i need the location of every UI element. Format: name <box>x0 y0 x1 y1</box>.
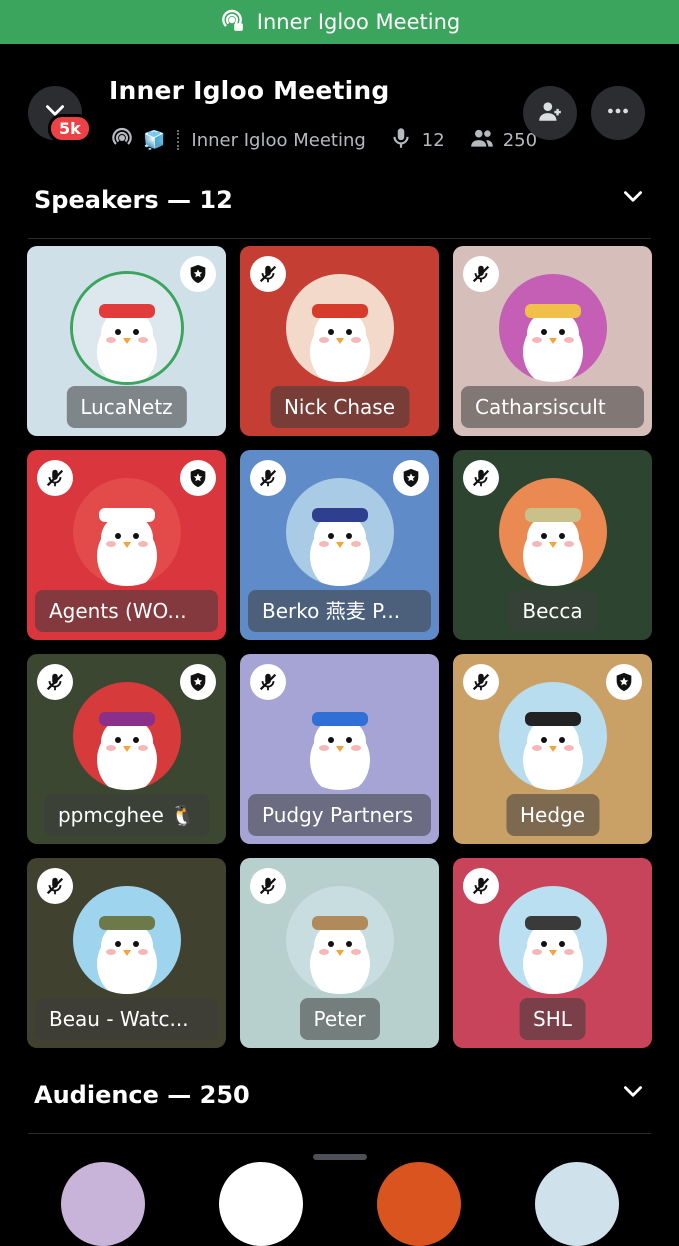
stage-header: 5k Inner Igloo Meeting 🧊 Inner Igloo Mee… <box>0 44 679 174</box>
speaker-avatar <box>286 478 394 586</box>
speaker-grid: LucaNetz Nick Chase Catharsiscult Agents… <box>27 246 652 1048</box>
add-user-icon <box>537 98 563 128</box>
moderator-shield-icon <box>606 664 642 700</box>
speaker-name: SHL <box>519 998 586 1040</box>
muted-mic-icon <box>250 256 286 292</box>
speaker-avatar <box>499 274 607 382</box>
speaker-avatar <box>286 682 394 790</box>
speaker-name: Nick Chase <box>269 386 410 428</box>
speaker-name: Pudgy Partners <box>248 794 431 836</box>
stage-banner[interactable]: Inner Igloo Meeting <box>0 0 679 44</box>
banner-label: Inner Igloo Meeting <box>256 10 461 34</box>
speaker-tile[interactable]: Catharsiscult <box>453 246 652 436</box>
muted-mic-icon <box>250 460 286 496</box>
muted-mic-icon <box>463 256 499 292</box>
people-icon <box>469 125 495 156</box>
chevron-down-icon <box>620 1079 646 1111</box>
invite-button[interactable] <box>523 86 577 140</box>
speaker-avatar <box>499 478 607 586</box>
moderator-shield-icon <box>180 460 216 496</box>
stage-icon <box>109 125 135 156</box>
speaker-avatar <box>499 682 607 790</box>
muted-mic-icon <box>37 868 73 904</box>
speaker-tile[interactable]: Nick Chase <box>240 246 439 436</box>
microphone-icon <box>388 125 414 156</box>
speaker-tile[interactable]: Berko 燕麦 P... <box>240 450 439 640</box>
stage-info: 🧊 Inner Igloo Meeting 12 250 <box>109 124 553 156</box>
muted-mic-icon <box>37 664 73 700</box>
speaker-name: Beau - Watc... <box>35 998 218 1040</box>
muted-mic-icon <box>463 460 499 496</box>
speaker-name: LucaNetz <box>66 386 187 428</box>
speaker-avatar <box>73 478 181 586</box>
muted-mic-icon <box>463 664 499 700</box>
audience-avatar[interactable] <box>61 1162 145 1246</box>
speaker-avatar <box>73 886 181 994</box>
channel-name: Inner Igloo Meeting <box>191 129 366 151</box>
audience-section-header[interactable]: Audience — 250 <box>34 1075 646 1115</box>
speaker-name: Berko 燕麦 P... <box>248 590 431 632</box>
stage-icon <box>219 7 245 38</box>
audience-avatar[interactable] <box>219 1162 303 1246</box>
speaker-tile[interactable]: Agents (WO... <box>27 450 226 640</box>
notification-badge: 5k <box>48 114 92 143</box>
speakers-label: Speakers — 12 <box>34 186 233 214</box>
muted-mic-icon <box>37 460 73 496</box>
speaker-count: 12 <box>421 129 445 151</box>
speaker-name: Peter <box>299 998 380 1040</box>
page-title: Inner Igloo Meeting <box>109 76 390 105</box>
speaker-tile[interactable]: Hedge <box>453 654 652 844</box>
ice-cube-emoji: 🧊 <box>143 129 166 151</box>
speaker-avatar <box>73 682 181 790</box>
audience-avatar[interactable] <box>535 1162 619 1246</box>
speaker-tile[interactable]: ppmcghee 🐧 <box>27 654 226 844</box>
speaker-tile[interactable]: Pudgy Partners <box>240 654 439 844</box>
moderator-shield-icon <box>180 664 216 700</box>
more-options-button[interactable] <box>591 86 645 140</box>
muted-mic-icon <box>250 664 286 700</box>
muted-mic-icon <box>250 868 286 904</box>
speaker-avatar <box>286 886 394 994</box>
speaker-name: Hedge <box>505 794 600 836</box>
speaker-name: Becca <box>508 590 597 632</box>
muted-mic-icon <box>463 868 499 904</box>
speaker-name: ppmcghee 🐧 <box>43 794 210 836</box>
speaker-tile[interactable]: SHL <box>453 858 652 1048</box>
speaker-tile[interactable]: Peter <box>240 858 439 1048</box>
speaker-avatar <box>499 886 607 994</box>
speaker-avatar <box>73 274 181 382</box>
audience-avatar[interactable] <box>377 1162 461 1246</box>
chevron-down-icon <box>620 184 646 216</box>
speaker-tile[interactable]: LucaNetz <box>27 246 226 436</box>
speakers-section-header[interactable]: Speakers — 12 <box>34 180 646 220</box>
divider <box>28 238 651 239</box>
divider <box>28 1133 651 1134</box>
more-icon <box>605 98 631 128</box>
speaker-avatar <box>286 274 394 382</box>
speaker-name: Catharsiscult <box>461 386 644 428</box>
moderator-shield-icon <box>393 460 429 496</box>
speaker-name: Agents (WO... <box>35 590 218 632</box>
audience-label: Audience — 250 <box>34 1081 250 1109</box>
moderator-shield-icon <box>180 256 216 292</box>
drag-handle[interactable] <box>313 1154 367 1160</box>
speaker-tile[interactable]: Becca <box>453 450 652 640</box>
divider <box>177 130 180 150</box>
speaker-tile[interactable]: Beau - Watc... <box>27 858 226 1048</box>
